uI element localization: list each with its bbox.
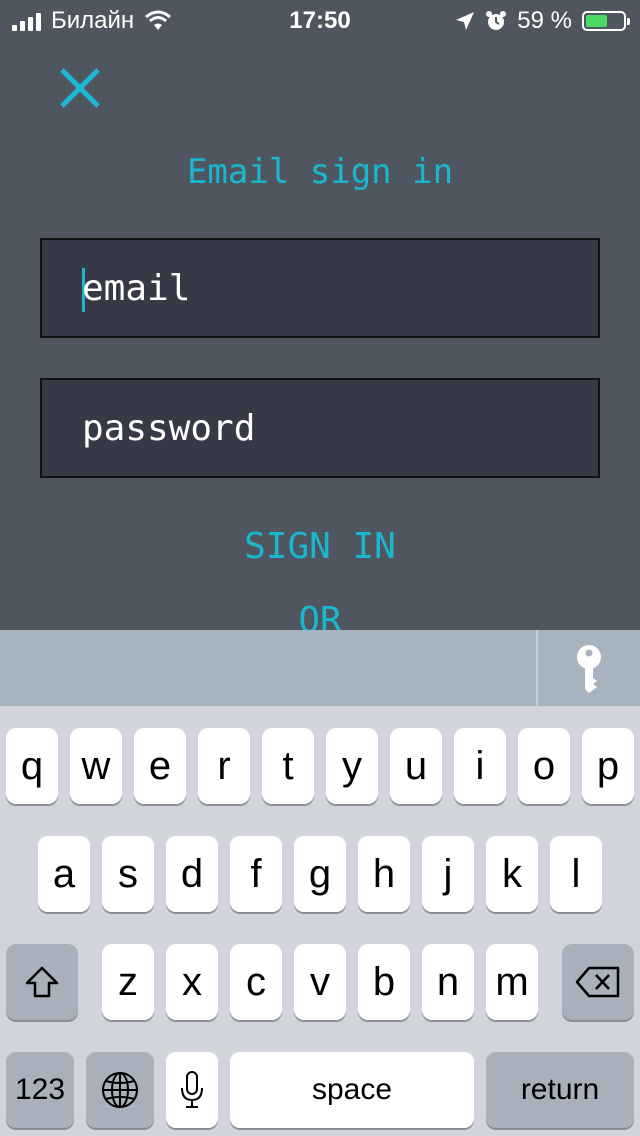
key-y[interactable]: y bbox=[326, 728, 378, 804]
key-e[interactable]: e bbox=[134, 728, 186, 804]
backspace-icon bbox=[575, 966, 620, 998]
key-m[interactable]: m bbox=[486, 944, 538, 1020]
key-h[interactable]: h bbox=[358, 836, 410, 912]
password-field[interactable] bbox=[40, 378, 600, 478]
key-v[interactable]: v bbox=[294, 944, 346, 1020]
key-k[interactable]: k bbox=[486, 836, 538, 912]
key-f[interactable]: f bbox=[230, 836, 282, 912]
key-a[interactable]: a bbox=[38, 836, 90, 912]
keyboard: qwertyuiop asdfghjkl zxcvbnm 123 space r… bbox=[0, 630, 640, 1136]
email-field[interactable] bbox=[40, 238, 600, 338]
globe-key[interactable] bbox=[86, 1052, 154, 1128]
email-input[interactable] bbox=[82, 240, 562, 336]
key-b[interactable]: b bbox=[358, 944, 410, 1020]
key-o[interactable]: o bbox=[518, 728, 570, 804]
key-l[interactable]: l bbox=[550, 836, 602, 912]
microphone-icon bbox=[181, 1071, 203, 1108]
key-w[interactable]: w bbox=[70, 728, 122, 804]
key-i[interactable]: i bbox=[454, 728, 506, 804]
password-input[interactable] bbox=[82, 380, 562, 476]
numbers-key[interactable]: 123 bbox=[6, 1052, 74, 1128]
delete-key[interactable] bbox=[562, 944, 634, 1020]
status-right: 59 % bbox=[455, 6, 630, 36]
quicktype-bar bbox=[0, 630, 640, 706]
key-u[interactable]: u bbox=[390, 728, 442, 804]
quicktype-divider bbox=[536, 630, 538, 706]
globe-icon bbox=[102, 1072, 138, 1108]
key-p[interactable]: p bbox=[582, 728, 634, 804]
key-n[interactable]: n bbox=[422, 944, 474, 1020]
page-title: Email sign in bbox=[186, 152, 454, 192]
key-j[interactable]: j bbox=[422, 836, 474, 912]
key-g[interactable]: g bbox=[294, 836, 346, 912]
return-key[interactable]: return bbox=[486, 1052, 634, 1128]
status-bar: Билайн 17:50 59 % bbox=[0, 0, 640, 42]
key-t[interactable]: t bbox=[262, 728, 314, 804]
key-q[interactable]: q bbox=[6, 728, 58, 804]
alarm-icon bbox=[486, 11, 507, 30]
key-c[interactable]: c bbox=[230, 944, 282, 1020]
key-s[interactable]: s bbox=[102, 836, 154, 912]
key-z[interactable]: z bbox=[102, 944, 154, 1020]
battery-percent: 59 % bbox=[517, 7, 572, 34]
key-icon[interactable] bbox=[572, 644, 606, 694]
key-x[interactable]: x bbox=[166, 944, 218, 1020]
key-r[interactable]: r bbox=[198, 728, 250, 804]
shift-key[interactable] bbox=[6, 944, 78, 1020]
battery-icon bbox=[582, 11, 630, 31]
dictation-key[interactable] bbox=[166, 1052, 218, 1128]
location-arrow-icon bbox=[456, 12, 475, 30]
key-d[interactable]: d bbox=[166, 836, 218, 912]
shift-icon bbox=[25, 966, 59, 998]
sign-in-button[interactable]: SIGN IN bbox=[0, 526, 640, 567]
close-icon[interactable] bbox=[58, 66, 102, 110]
space-key[interactable]: space bbox=[230, 1052, 474, 1128]
